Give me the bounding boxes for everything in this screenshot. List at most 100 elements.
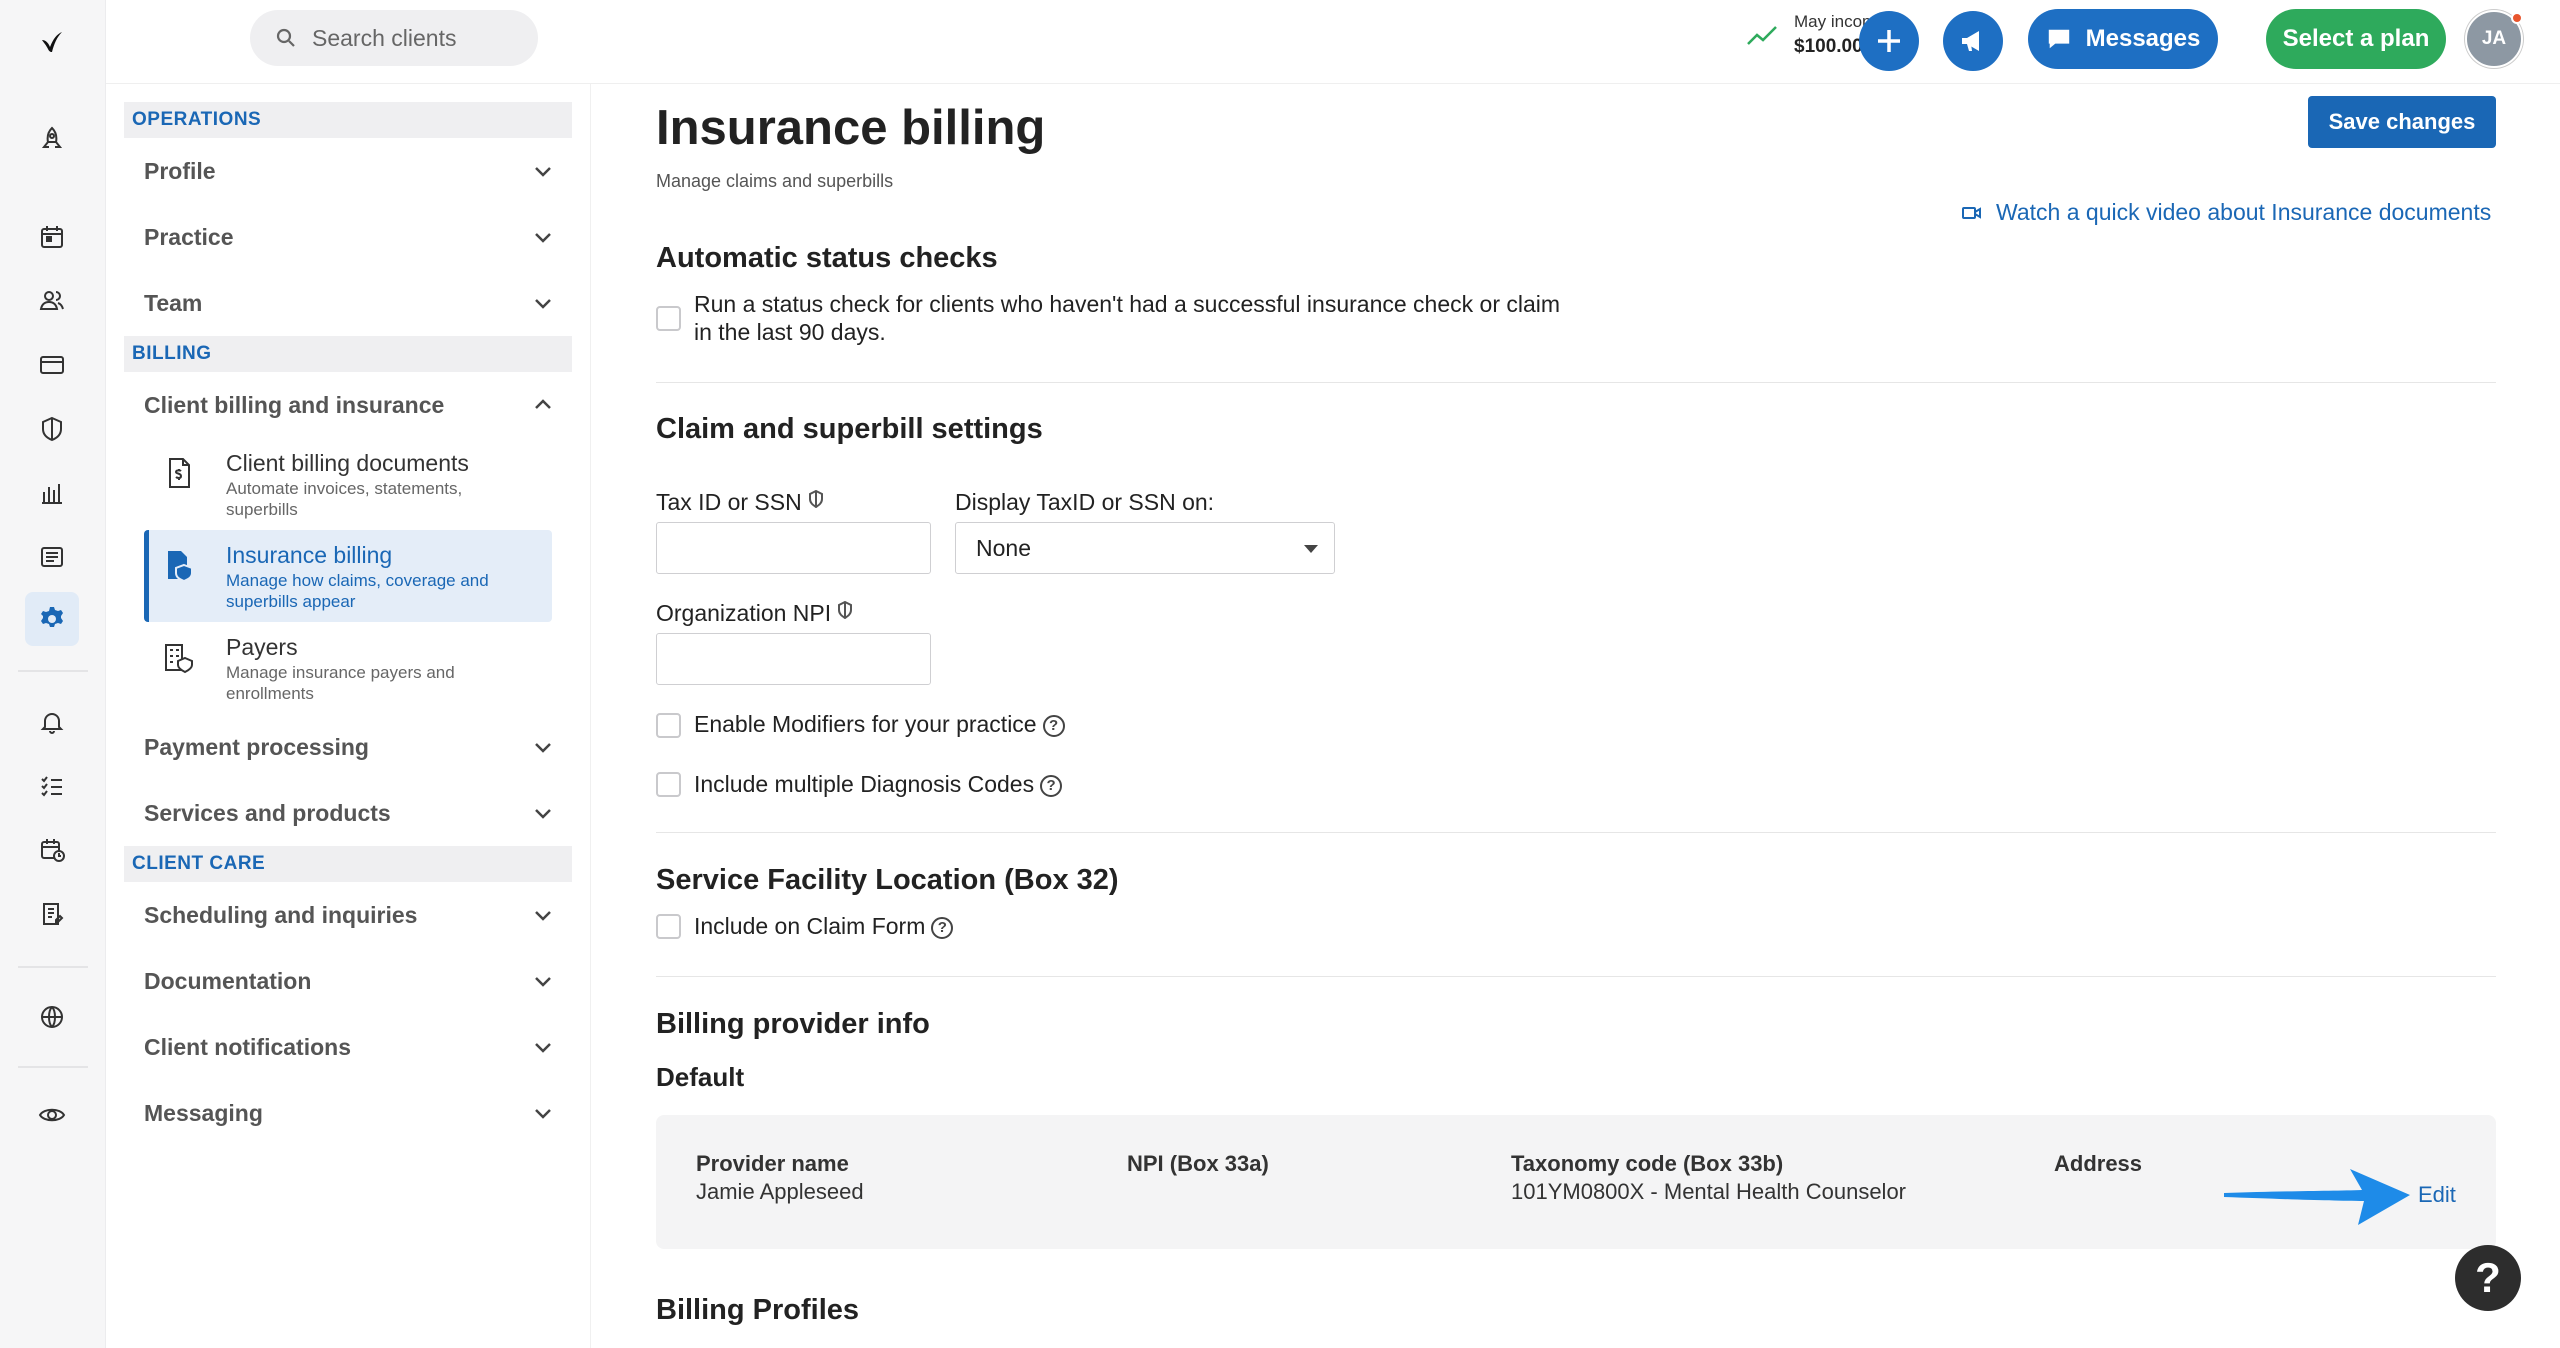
billing-provider-heading: Billing provider info xyxy=(656,1008,930,1040)
taxonomy-header: Taxonomy code (Box 33b) xyxy=(1511,1151,1784,1176)
top-bar: Search clients May income $100.00 Messag… xyxy=(106,0,2560,84)
nav-item-insurance-billing[interactable]: Insurance billing Manage how claims, cov… xyxy=(144,530,552,622)
caret-down-icon xyxy=(1304,545,1318,553)
clients-icon[interactable] xyxy=(25,274,79,328)
watch-video-link[interactable]: Watch a quick video about Insurance docu… xyxy=(1962,199,2491,226)
help-button[interactable]: ? xyxy=(2455,1245,2521,1311)
include-claim-form-label: Include on Claim Form? xyxy=(694,912,954,940)
edit-provider-link[interactable]: Edit xyxy=(2418,1182,2456,1208)
nav-item-title: Payers xyxy=(226,634,298,660)
tax-id-input[interactable] xyxy=(656,522,931,574)
notes-icon[interactable] xyxy=(25,887,79,941)
section-divider xyxy=(656,382,2496,383)
eye-icon[interactable] xyxy=(25,1088,79,1142)
npi-header: NPI (Box 33a) xyxy=(1127,1151,1269,1176)
org-npi-label-text: Organization NPI xyxy=(656,600,832,626)
save-changes-button[interactable]: Save changes xyxy=(2308,96,2496,148)
plus-icon xyxy=(1878,30,1900,52)
chevron-down-icon xyxy=(535,167,551,177)
nav-group-documentation[interactable]: Documentation xyxy=(124,948,572,1014)
status-check-checkbox[interactable] xyxy=(656,306,681,331)
display-tax-value: None xyxy=(976,534,1031,561)
status-checks-heading: Automatic status checks xyxy=(656,242,998,274)
org-npi-label: Organization NPI xyxy=(656,599,853,627)
chevron-down-icon xyxy=(535,233,551,243)
nav-item-desc: Automate invoices, statements, superbill… xyxy=(226,479,463,519)
include-claim-form-checkbox[interactable] xyxy=(656,914,681,939)
document-dollar-icon xyxy=(169,458,190,488)
chevron-down-icon xyxy=(535,1043,551,1053)
nav-item-client-billing-documents[interactable]: Client billing documents Automate invoic… xyxy=(144,438,552,530)
rocket-icon[interactable] xyxy=(25,112,79,166)
provider-name-value: Jamie Appleseed xyxy=(696,1179,864,1204)
icon-rail xyxy=(0,0,106,1348)
watch-video-label: Watch a quick video about Insurance docu… xyxy=(1996,199,2492,225)
page-subtitle: Manage claims and superbills xyxy=(656,171,894,191)
section-divider xyxy=(656,976,2496,977)
globe-icon[interactable] xyxy=(25,990,79,1044)
messages-button[interactable]: Messages xyxy=(2028,9,2218,69)
calendar-icon[interactable] xyxy=(25,210,79,264)
help-circle-icon[interactable]: ? xyxy=(1040,775,1063,797)
nav-group-label: Client notifications xyxy=(144,1033,351,1060)
chevron-up-icon xyxy=(535,399,551,409)
page-title: Insurance billing xyxy=(656,101,1046,155)
nav-group-practice[interactable]: Practice xyxy=(124,204,572,270)
calendar-clock-icon[interactable] xyxy=(25,823,79,877)
bell-icon[interactable] xyxy=(25,695,79,749)
nav-group-scheduling[interactable]: Scheduling and inquiries xyxy=(124,882,572,948)
list-icon[interactable] xyxy=(25,530,79,584)
nav-item-desc: Manage how claims, coverage and superbil… xyxy=(226,571,489,611)
settings-nav: OPERATIONS Profile Practice Team BILLING… xyxy=(124,102,572,1146)
nav-group-client-notifications[interactable]: Client notifications xyxy=(124,1014,572,1080)
arrow-pointer-icon xyxy=(2224,1169,2410,1225)
video-camera-icon xyxy=(1962,206,1981,219)
status-check-line-1: Run a status check for clients who haven… xyxy=(694,291,1561,317)
credit-card-icon[interactable] xyxy=(25,338,79,392)
shield-icon[interactable] xyxy=(25,402,79,456)
status-check-line-2: in the last 90 days. xyxy=(694,319,886,345)
select-plan-button[interactable]: Select a plan xyxy=(2266,9,2446,69)
help-circle-icon[interactable]: ? xyxy=(931,917,954,939)
nav-group-profile[interactable]: Profile xyxy=(124,138,572,204)
taxonomy-value: 101YM0800X - Mental Health Counselor xyxy=(1511,1179,1907,1204)
nav-item-title: Client billing documents xyxy=(226,450,469,476)
nav-section-operations: OPERATIONS xyxy=(124,102,572,138)
claim-settings-heading: Claim and superbill settings xyxy=(656,413,1043,445)
select-plan-label: Select a plan xyxy=(2282,25,2430,52)
nav-group-services-products[interactable]: Services and products xyxy=(124,780,572,846)
nav-group-payment-processing[interactable]: Payment processing xyxy=(124,714,572,780)
nav-group-team[interactable]: Team xyxy=(124,270,572,336)
add-button[interactable] xyxy=(1859,11,1919,71)
reports-icon[interactable] xyxy=(25,466,79,520)
nav-group-label: Profile xyxy=(144,157,216,184)
billing-profiles-heading: Billing Profiles xyxy=(656,1294,860,1326)
settings-gear-icon[interactable] xyxy=(25,592,79,646)
nav-group-client-billing[interactable]: Client billing and insurance xyxy=(124,372,572,438)
trend-up-icon xyxy=(1747,26,1777,45)
diagnosis-label-text: Include multiple Diagnosis Codes xyxy=(694,771,1035,797)
chevron-down-icon xyxy=(535,911,551,921)
chevron-down-icon xyxy=(535,977,551,987)
display-tax-label: Display TaxID or SSN on: xyxy=(955,489,1215,515)
nav-divider xyxy=(590,84,591,1348)
address-header: Address xyxy=(2054,1151,2143,1176)
search-input[interactable]: Search clients xyxy=(250,10,538,66)
nav-group-messaging[interactable]: Messaging xyxy=(124,1080,572,1146)
nav-item-payers[interactable]: Payers Manage insurance payers and enrol… xyxy=(144,622,552,714)
org-npi-input[interactable] xyxy=(656,633,931,685)
notification-dot xyxy=(2511,12,2523,24)
announcements-button[interactable] xyxy=(1943,11,2003,71)
logo-icon[interactable] xyxy=(25,16,79,70)
checklist-icon[interactable] xyxy=(25,759,79,813)
nav-group-label: Documentation xyxy=(144,967,312,994)
help-circle-icon[interactable]: ? xyxy=(1042,715,1065,737)
nav-group-label: Services and products xyxy=(144,799,391,826)
provider-name-header: Provider name xyxy=(696,1151,849,1176)
display-tax-select[interactable]: None xyxy=(955,522,1335,574)
diagnosis-checkbox[interactable] xyxy=(656,772,681,797)
nav-section-client-care: CLIENT CARE xyxy=(124,846,572,882)
shield-icon xyxy=(808,490,823,508)
building-shield-icon xyxy=(165,644,193,674)
modifiers-checkbox[interactable] xyxy=(656,713,681,738)
